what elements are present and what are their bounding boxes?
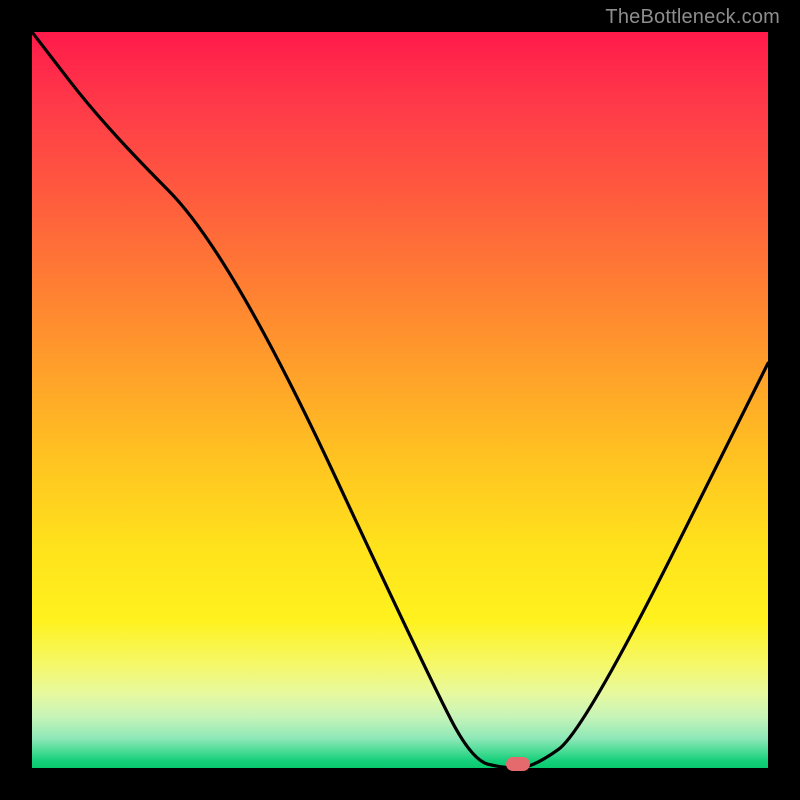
watermark-text: TheBottleneck.com <box>605 6 780 29</box>
chart-stage: TheBottleneck.com <box>0 0 800 800</box>
optimal-marker <box>506 757 530 771</box>
data-curve <box>32 32 768 768</box>
plot-area <box>32 32 768 768</box>
curve-path <box>32 32 768 768</box>
